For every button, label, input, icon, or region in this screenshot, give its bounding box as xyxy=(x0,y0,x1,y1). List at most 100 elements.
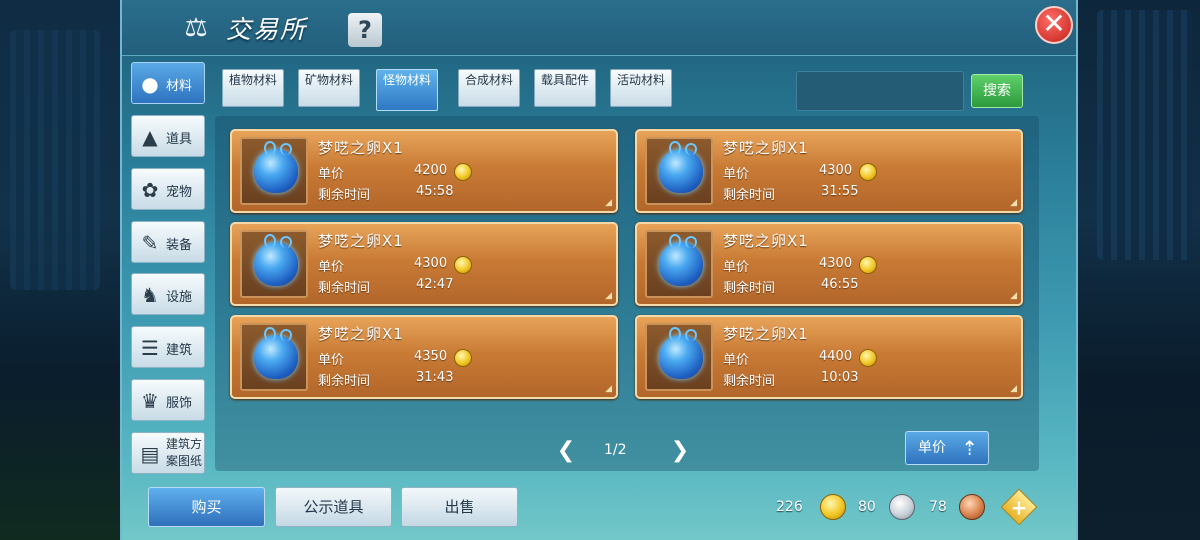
category-label: 道具 xyxy=(166,132,193,147)
background-scene-left xyxy=(0,0,125,540)
category-equipment[interactable]: ✎ 装备 xyxy=(131,221,205,263)
gold-coin-icon xyxy=(454,163,472,181)
paw-icon: ✿ xyxy=(141,178,159,202)
category-label: 材料 xyxy=(166,79,193,94)
sort-label: 单价 xyxy=(918,440,946,456)
subtab-mineral-materials[interactable]: 矿物材料 xyxy=(298,69,360,107)
equipment-icon: ✎ xyxy=(141,231,159,255)
corner-mark-icon: ◢ xyxy=(1010,384,1017,394)
sort-by-price-button[interactable]: 单价 ⇡ xyxy=(905,431,989,465)
subtab-monster-materials[interactable]: 怪物材料 xyxy=(376,69,438,111)
listing-card[interactable]: 梦呓之卵X1 单价 4400 剩余时间 10:03 ◢ xyxy=(635,315,1023,399)
public-items-button[interactable]: 公示道具 xyxy=(275,487,392,527)
background-scene-right xyxy=(1070,0,1200,540)
subtab-vehicle-parts[interactable]: 载具配件 xyxy=(534,69,596,107)
price-label: 单价 xyxy=(318,260,345,275)
item-name: 梦呓之卵X1 xyxy=(723,139,809,157)
category-facilities[interactable]: ♞ 设施 xyxy=(131,273,205,315)
subtab-plant-materials[interactable]: 植物材料 xyxy=(222,69,284,107)
category-clothing[interactable]: ♛ 服饰 xyxy=(131,379,205,421)
price-label: 单价 xyxy=(723,167,750,182)
unit-price: 4300 xyxy=(819,163,853,178)
corner-mark-icon: ◢ xyxy=(605,291,612,301)
buy-button[interactable]: 购买 xyxy=(148,487,265,527)
price-label: 单价 xyxy=(318,167,345,182)
price-label: 单价 xyxy=(723,353,750,368)
remaining-time: 45:58 xyxy=(416,184,454,199)
category-label: 宠物 xyxy=(166,185,193,200)
dream-egg-icon xyxy=(659,234,703,286)
item-name: 梦呓之卵X1 xyxy=(318,232,404,250)
item-thumbnail xyxy=(240,323,308,391)
time-label: 剩余时间 xyxy=(318,188,371,203)
dream-egg-icon xyxy=(254,141,298,193)
time-label: 剩余时间 xyxy=(318,281,371,296)
category-pets[interactable]: ✿ 宠物 xyxy=(131,168,205,210)
gold-coin-icon xyxy=(859,256,877,274)
category-label: 装备 xyxy=(166,238,193,253)
category-buildings[interactable]: ☰ 建筑 xyxy=(131,326,205,368)
category-blueprints[interactable]: ▤ 建筑方案图纸 xyxy=(131,432,205,474)
dream-egg-icon xyxy=(254,234,298,286)
category-items[interactable]: ▲ 道具 xyxy=(131,115,205,157)
subtab-crafting-materials[interactable]: 合成材料 xyxy=(458,69,520,107)
time-label: 剩余时间 xyxy=(723,374,776,389)
sell-button[interactable]: 出售 xyxy=(401,487,518,527)
subtab-event-materials[interactable]: 活动材料 xyxy=(610,69,672,107)
corner-mark-icon: ◢ xyxy=(1010,198,1017,208)
flask-icon: ▲ xyxy=(142,125,158,149)
category-label: 设施 xyxy=(166,290,193,305)
blueprint-icon: ▤ xyxy=(140,442,160,466)
scale-icon: ⚖ xyxy=(184,13,208,43)
unit-price: 4350 xyxy=(414,349,448,364)
help-button[interactable]: ? xyxy=(348,13,382,47)
remaining-time: 42:47 xyxy=(416,277,454,292)
unit-price: 4400 xyxy=(819,349,853,364)
copper-amount: 78 xyxy=(929,499,947,515)
unit-price: 4200 xyxy=(414,163,448,178)
gold-coin-icon xyxy=(820,494,846,520)
window-title: 交易所 xyxy=(226,15,308,44)
copper-coin-icon xyxy=(959,494,985,520)
clothing-icon: ♛ xyxy=(141,389,159,413)
close-button[interactable]: ✕ xyxy=(1035,6,1073,44)
category-label: 建筑 xyxy=(166,343,193,358)
corner-mark-icon: ◢ xyxy=(605,384,612,394)
item-thumbnail xyxy=(645,230,713,298)
corner-mark-icon: ◢ xyxy=(605,198,612,208)
listing-card[interactable]: 梦呓之卵X1 单价 4300 剩余时间 31:55 ◢ xyxy=(635,129,1023,213)
title-bar: ⚖ 交易所 ? xyxy=(122,0,1076,56)
unit-price: 4300 xyxy=(414,256,448,271)
remaining-time: 10:03 xyxy=(821,370,859,385)
gold-coin-icon xyxy=(454,349,472,367)
silver-amount: 80 xyxy=(858,499,876,515)
item-thumbnail xyxy=(240,137,308,205)
listing-card[interactable]: 梦呓之卵X1 单价 4300 剩余时间 42:47 ◢ xyxy=(230,222,618,306)
unit-price: 4300 xyxy=(819,256,853,271)
listing-card[interactable]: 梦呓之卵X1 单价 4300 剩余时间 46:55 ◢ xyxy=(635,222,1023,306)
item-thumbnail xyxy=(240,230,308,298)
facility-icon: ♞ xyxy=(141,283,159,307)
time-label: 剩余时间 xyxy=(318,374,371,389)
item-name: 梦呓之卵X1 xyxy=(318,139,404,157)
listing-card[interactable]: 梦呓之卵X1 单价 4350 剩余时间 31:43 ◢ xyxy=(230,315,618,399)
chevron-left-icon[interactable]: ❮ xyxy=(556,438,576,464)
dream-egg-icon xyxy=(254,327,298,379)
gold-coin-icon xyxy=(859,349,877,367)
gold-coin-icon xyxy=(859,163,877,181)
chevron-right-icon[interactable]: ❯ xyxy=(670,438,690,464)
dream-egg-icon xyxy=(659,141,703,193)
item-thumbnail xyxy=(645,137,713,205)
time-label: 剩余时间 xyxy=(723,188,776,203)
search-input[interactable] xyxy=(796,71,964,111)
remaining-time: 31:55 xyxy=(821,184,859,199)
search-button[interactable]: 搜索 xyxy=(971,74,1023,108)
category-label: 服饰 xyxy=(166,396,193,411)
plus-icon: + xyxy=(1010,495,1028,520)
gold-coin-icon xyxy=(454,256,472,274)
listing-card[interactable]: 梦呓之卵X1 单价 4200 剩余时间 45:58 ◢ xyxy=(230,129,618,213)
materials-icon: ● xyxy=(141,72,159,96)
time-label: 剩余时间 xyxy=(723,281,776,296)
item-name: 梦呓之卵X1 xyxy=(318,325,404,343)
category-materials[interactable]: ● 材料 xyxy=(131,62,205,104)
